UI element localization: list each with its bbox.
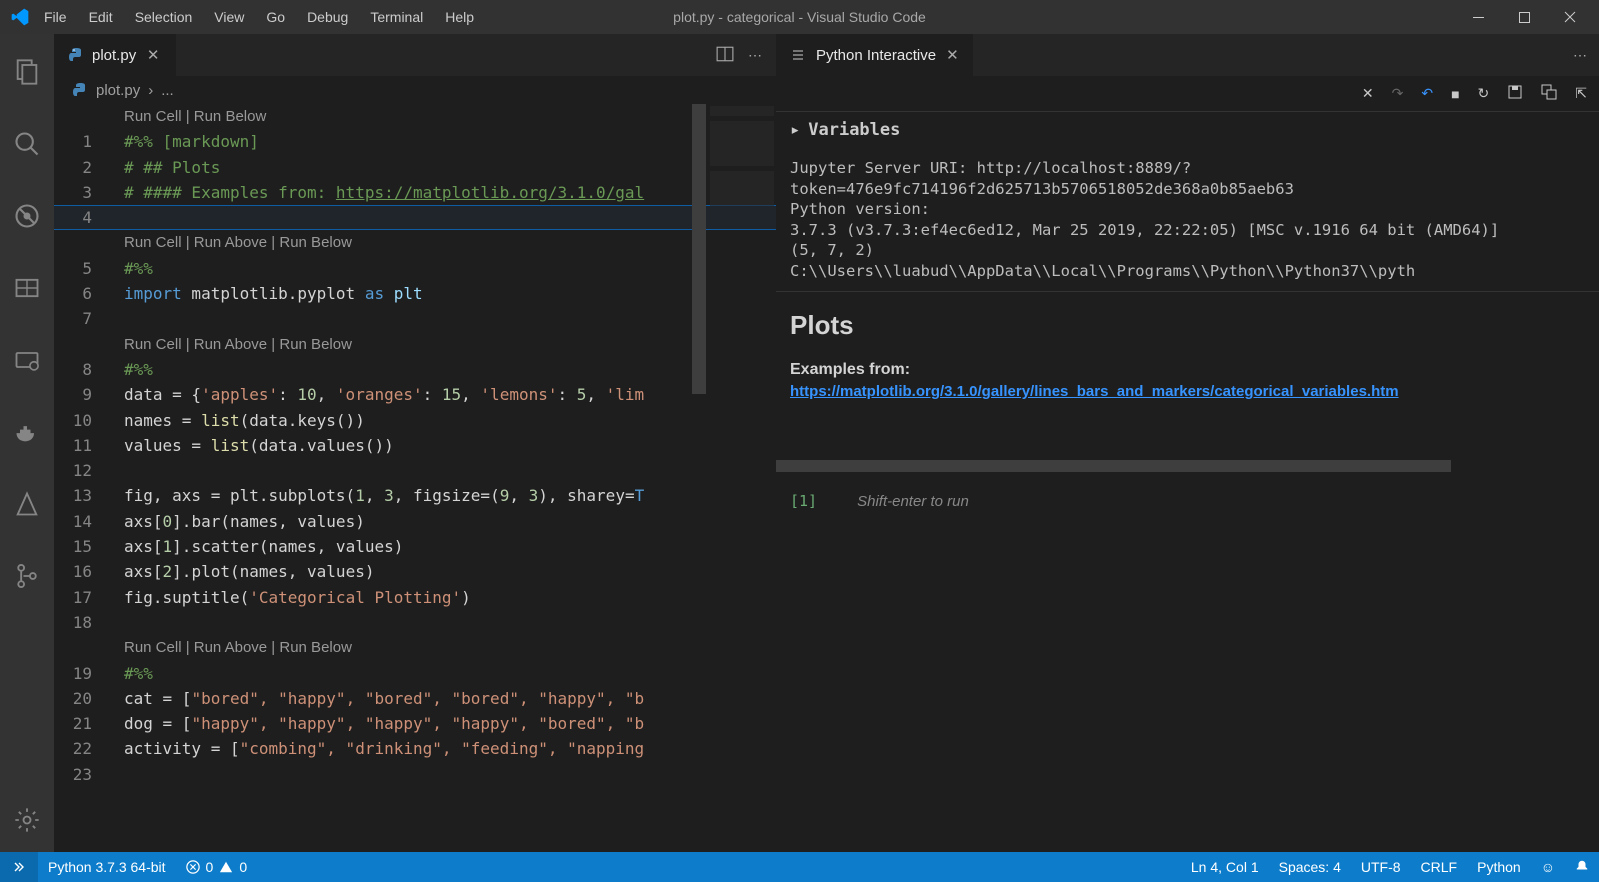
tab-close-icon[interactable]: ✕ (946, 46, 959, 64)
codelens-cell2[interactable]: Run Cell | Run Above | Run Below (124, 230, 776, 255)
menu-view[interactable]: View (204, 3, 254, 31)
debug-icon[interactable] (0, 192, 54, 240)
window-title: plot.py - categorical - Visual Studio Co… (673, 9, 926, 25)
menu-go[interactable]: Go (256, 3, 295, 31)
status-bar: Python 3.7.3 64-bit 0 0 Ln 4, Col 1 Spac… (0, 852, 1599, 882)
docker-icon[interactable] (0, 408, 54, 456)
tab-label: plot.py (92, 47, 136, 64)
editor-pane: plot.py ✕ ⋯ plot.py › ... (54, 34, 776, 852)
status-feedback-icon[interactable]: ☺ (1531, 859, 1565, 875)
editor-tab-bar: plot.py ✕ ⋯ (54, 34, 776, 76)
tab-python-interactive[interactable]: Python Interactive ✕ (776, 34, 973, 76)
search-icon[interactable] (0, 120, 54, 168)
title-bar: File Edit Selection View Go Debug Termin… (0, 0, 1599, 34)
activity-bar (0, 34, 54, 852)
status-bell-icon[interactable] (1565, 859, 1599, 873)
md-subheading: Examples from: (790, 361, 1585, 379)
source-control-icon[interactable] (0, 552, 54, 600)
horizontal-scrollbar[interactable] (776, 460, 1599, 472)
input-prompt[interactable]: [1] Shift-enter to run (776, 472, 1599, 530)
redo-icon[interactable]: ↷ (1392, 85, 1404, 102)
more-actions-icon[interactable]: ⋯ (748, 47, 762, 64)
close-button[interactable] (1547, 0, 1593, 34)
warning-icon (219, 860, 233, 874)
popout-icon[interactable]: ⇱ (1575, 85, 1587, 102)
editor-actions: ⋯ (716, 34, 776, 76)
close-output-icon[interactable]: ✕ (1362, 85, 1374, 102)
interactive-toolbar: ✕ ↷ ↶ ■ ↻ ⇱ (776, 76, 1599, 112)
menu-debug[interactable]: Debug (297, 3, 358, 31)
stop-icon[interactable]: ■ (1451, 86, 1459, 102)
list-icon (790, 47, 806, 63)
md-heading-plots: Plots (790, 310, 1585, 341)
explorer-icon[interactable] (0, 48, 54, 96)
azure-icon[interactable] (0, 480, 54, 528)
menu-terminal[interactable]: Terminal (360, 3, 433, 31)
error-icon (186, 860, 200, 874)
breadcrumb-file: plot.py (96, 82, 140, 99)
menu-help[interactable]: Help (435, 3, 484, 31)
status-problems[interactable]: 0 0 (176, 852, 258, 882)
status-eol[interactable]: CRLF (1411, 859, 1468, 875)
codelens-cell4[interactable]: Run Cell | Run Above | Run Below (124, 635, 776, 660)
menu-file[interactable]: File (34, 3, 77, 31)
undo-icon[interactable]: ↶ (1421, 85, 1433, 102)
menu-selection[interactable]: Selection (125, 3, 203, 31)
remote-icon[interactable] (0, 336, 54, 384)
status-lang[interactable]: Python (1467, 859, 1531, 875)
tab-plot-py[interactable]: plot.py ✕ (54, 34, 176, 76)
settings-icon[interactable] (0, 796, 54, 844)
split-editor-icon[interactable] (716, 45, 734, 66)
codelens-cell1[interactable]: Run Cell | Run Below (124, 104, 776, 129)
markdown-output: Plots Examples from: https://matplotlib.… (776, 292, 1599, 460)
md-link[interactable]: https://matplotlib.org/3.1.0/gallery/lin… (790, 383, 1399, 400)
python-icon (72, 82, 88, 98)
kernel-output: Jupyter Server URI: http://localhost:888… (776, 148, 1599, 292)
variables-section[interactable]: ▸ Variables (776, 112, 1599, 148)
menu-bar: File Edit Selection View Go Debug Termin… (34, 3, 484, 31)
vscode-logo (6, 7, 34, 27)
interactive-tab-bar: Python Interactive ✕ ⋯ (776, 34, 1599, 76)
more-actions-icon[interactable]: ⋯ (1573, 47, 1599, 64)
minimize-button[interactable] (1455, 0, 1501, 34)
interactive-pane: Python Interactive ✕ ⋯ ✕ ↷ ↶ ■ ↻ ⇱ ▸ Var… (776, 34, 1599, 852)
breadcrumb-more: ... (161, 82, 174, 99)
variables-label: Variables (808, 120, 900, 140)
menu-edit[interactable]: Edit (79, 3, 123, 31)
breadcrumb[interactable]: plot.py › ... (54, 76, 776, 104)
remote-indicator[interactable] (0, 852, 38, 882)
codelens-cell3[interactable]: Run Cell | Run Above | Run Below (124, 332, 776, 357)
layout-icon[interactable] (0, 264, 54, 312)
maximize-button[interactable] (1501, 0, 1547, 34)
chevron-right-icon: ▸ (790, 120, 800, 140)
restart-icon[interactable]: ↻ (1478, 85, 1490, 102)
status-lncol[interactable]: Ln 4, Col 1 (1181, 859, 1269, 875)
python-icon (68, 47, 84, 63)
status-encoding[interactable]: UTF-8 (1351, 859, 1411, 875)
prompt-hint: Shift-enter to run (857, 493, 969, 510)
code-content[interactable]: Run Cell | Run Below #%% [markdown] # ##… (124, 104, 776, 762)
status-spaces[interactable]: Spaces: 4 (1269, 859, 1351, 875)
code-editor[interactable]: 1 2 3 4 5 6 7 8 9 10 11 12 13 14 15 (54, 104, 776, 852)
interactive-tab-label: Python Interactive (816, 47, 936, 64)
status-python[interactable]: Python 3.7.3 64-bit (38, 852, 176, 882)
expand-icon[interactable] (1541, 84, 1557, 103)
line-gutter: 1 2 3 4 5 6 7 8 9 10 11 12 13 14 15 (54, 104, 112, 787)
prompt-index: [1] (790, 492, 817, 510)
tab-close-icon[interactable]: ✕ (144, 46, 162, 64)
save-icon[interactable] (1507, 84, 1523, 103)
breadcrumb-sep: › (148, 82, 153, 99)
window-controls (1455, 0, 1593, 34)
